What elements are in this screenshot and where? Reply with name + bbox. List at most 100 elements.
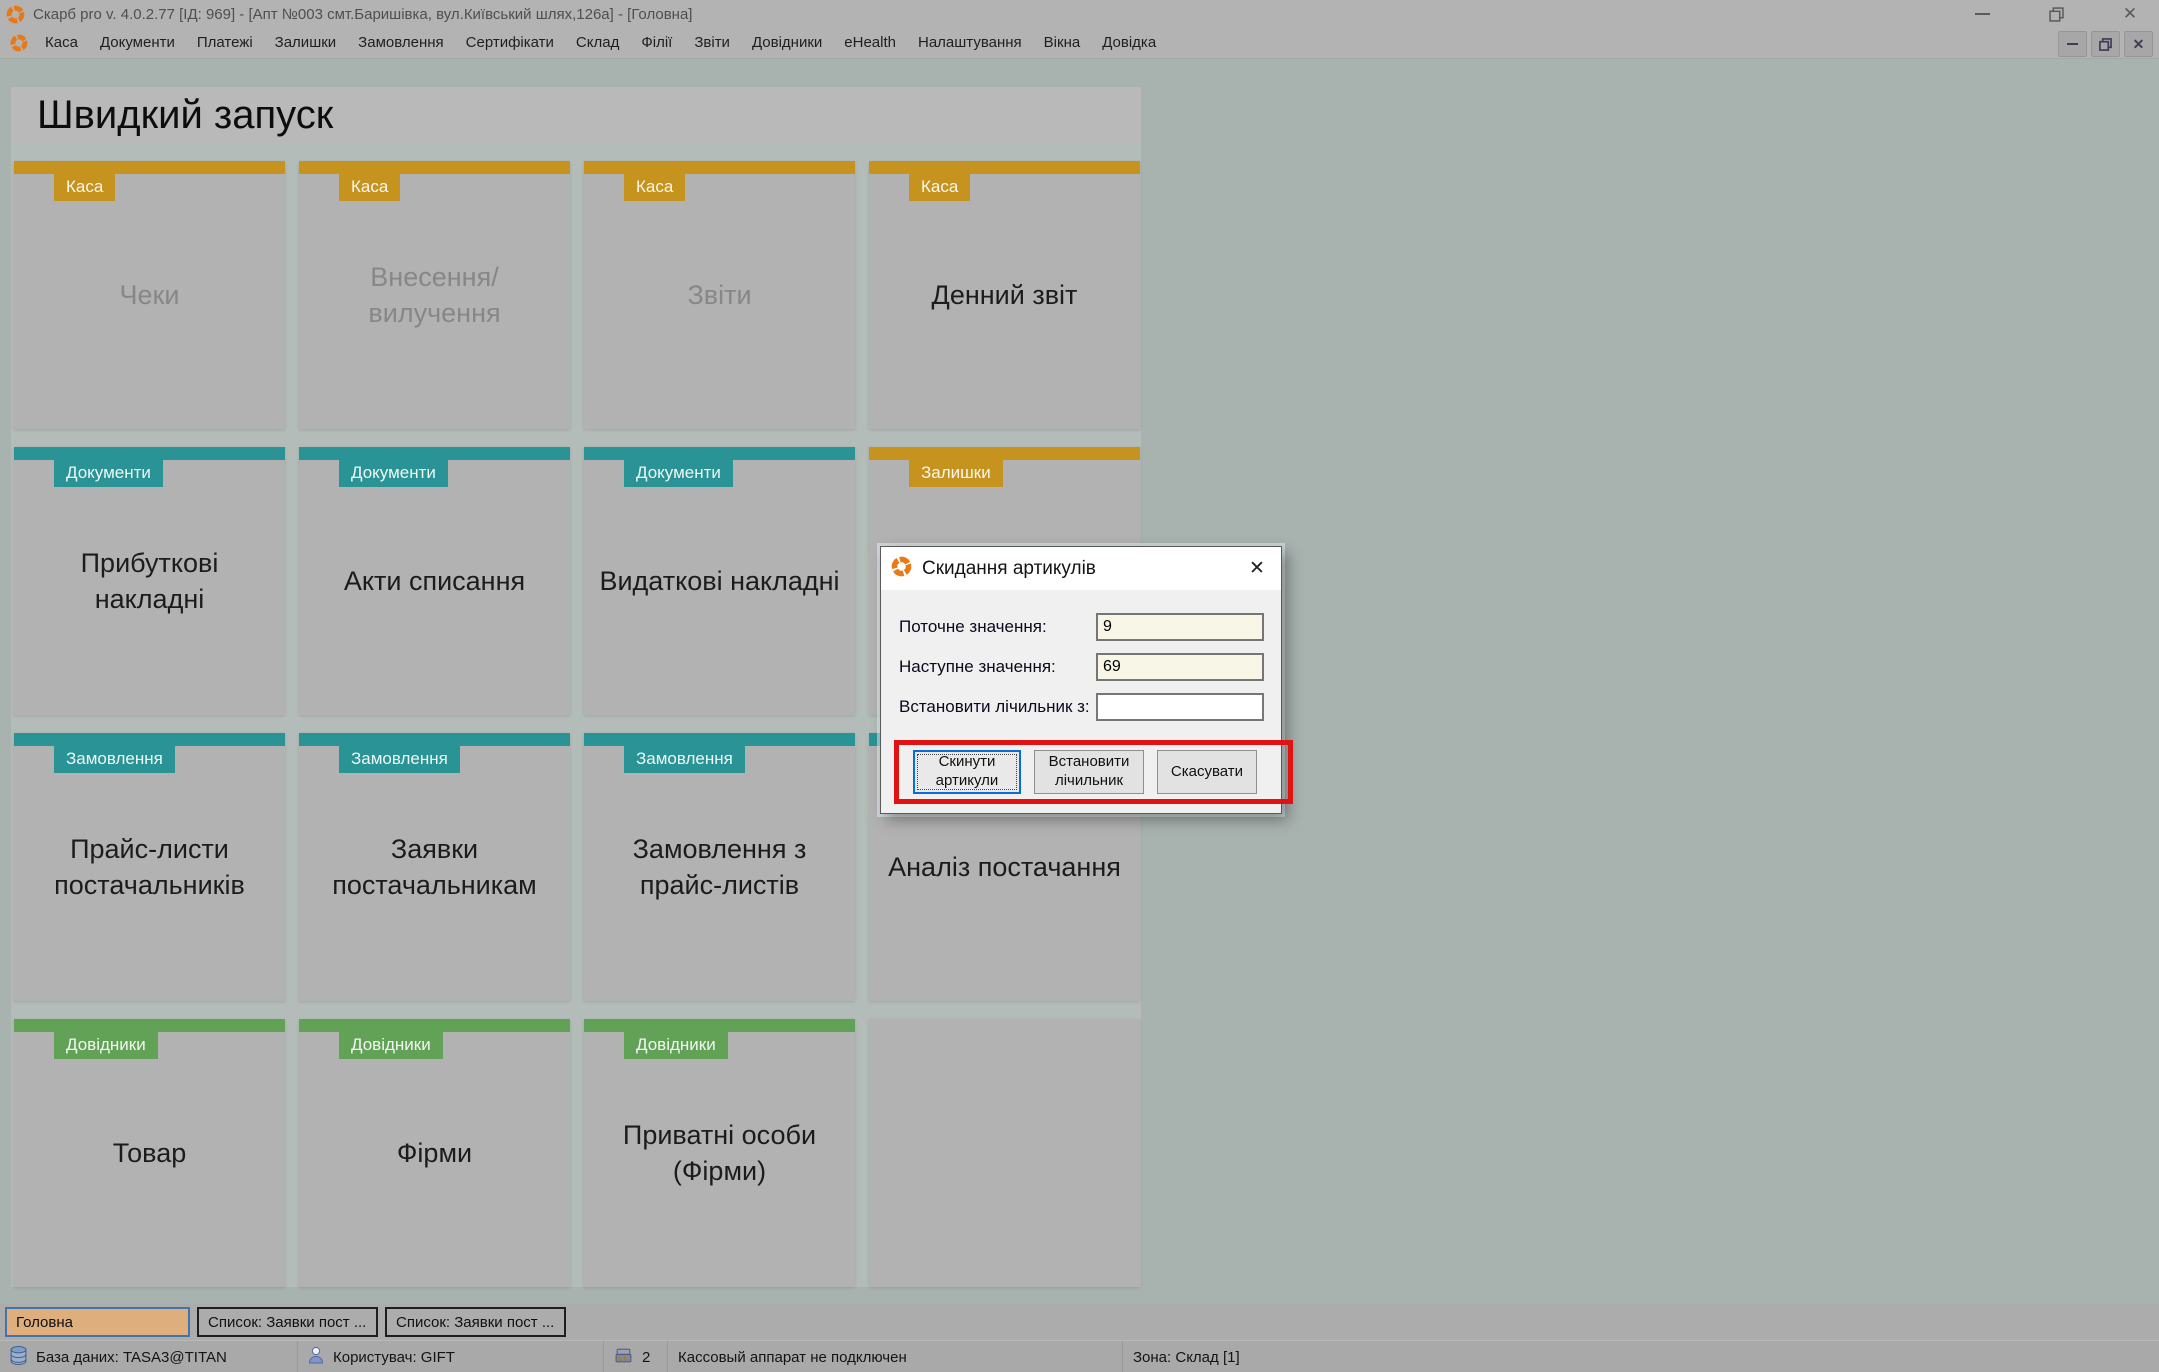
quick-launch-tile[interactable]: КасаЧеки [14,161,285,429]
tile-category-bar [14,733,285,746]
quick-launch-tile[interactable]: Каса Денний звіт [869,161,1140,429]
tile-category-badge: Замовлення [54,746,175,773]
status-zone: Зона: Склад [1] [1123,1341,2159,1372]
highlight-rectangle: Скинути артикули Встановити лічильник Скас… [894,740,1293,804]
dialog-title: Скидання артикулів [922,558,1241,580]
mdi-minimize-icon[interactable] [2058,31,2087,57]
page-title: Швидкий запуск [11,87,1141,143]
dialog-field-row: Встановити лічильник з: [899,693,1263,721]
reset-articles-dialog: Скидання артикулів ✕ Поточне значення: На… [880,546,1282,814]
dialog-button-2[interactable]: Встановити лічильник [1034,750,1144,794]
tile-category-badge: Каса [909,174,970,201]
taskbar-tab-2[interactable]: Список: Заявки пост ... [197,1307,378,1337]
dialog-close-icon[interactable]: ✕ [1241,553,1273,585]
quick-launch-tile[interactable]: ДокументиВидаткові накладні [584,447,855,715]
quick-launch-tile[interactable]: Замовлення Заявки постачальникам [299,733,570,1001]
tile-category-bar [869,161,1140,174]
status-bar: База даних: TASA3@TITAN Користувач: GIFT [0,1340,2159,1372]
quick-launch-tile[interactable]: ДовідникиТовар [14,1019,285,1287]
tile-label: Фірми [383,1135,486,1171]
database-icon [10,1346,27,1369]
tile-category-badge: Каса [339,174,400,201]
tile-label: Аналіз постачання [874,849,1135,885]
menu-item-2[interactable]: Документи [89,28,186,58]
dialog-field-row: Наступне значення: [899,653,1263,681]
quick-launch-tile[interactable]: Замовлення Прайс-листи постачальників [14,733,285,1001]
dialog-field-row: Поточне значення: [899,613,1263,641]
menu-item-14[interactable]: Довідка [1091,28,1167,58]
window-title: Скарб pro v. 4.0.2.77 [ІД: 969] - [Апт №… [33,6,692,23]
tile-label: Товар [99,1135,200,1171]
tile-category-bar [299,447,570,460]
quick-launch-header: Швидкий запуск [11,87,1141,143]
menu-item-3[interactable]: Платежі [186,28,264,58]
menu-bar: КасаДокументиПлатежіЗалишкиЗамовленняСер… [0,28,2159,59]
application-window: Скарб pro v. 4.0.2.77 [ІД: 969] - [Апт №… [0,0,2159,1372]
menu-item-13[interactable]: Вікна [1033,28,1092,58]
menu-item-7[interactable]: Склад [565,28,630,58]
menu-item-10[interactable]: Довідники [741,28,833,58]
close-icon[interactable]: ✕ [2119,3,2141,25]
dialog-app-logo-icon [891,556,912,582]
tile-category-bar [584,733,855,746]
tile-category-badge: Залишки [909,460,1003,487]
quick-launch-tile[interactable]: ДовідникиФірми [299,1019,570,1287]
dialog-field-label: Встановити лічильник з: [899,697,1090,717]
dialog-field-input[interactable] [1096,613,1264,641]
app-logo-icon [6,5,25,24]
dialog-field-input[interactable] [1096,653,1264,681]
dialog-button-1[interactable]: Скинути артикули [913,750,1021,794]
user-icon [308,1346,324,1368]
status-devices: 2 [604,1341,668,1372]
tile-category-badge: Замовлення [624,746,745,773]
taskbar-tab-3[interactable]: Список: Заявки пост ... [385,1307,566,1337]
tile-category-bar [14,161,285,174]
tile-label: Денний звіт [918,277,1092,313]
menu-item-9[interactable]: Звіти [683,28,741,58]
status-user-text: Користувач: GIFT [333,1349,455,1366]
status-user: Користувач: GIFT [298,1341,604,1372]
quick-launch-tile[interactable]: Документи Прибуткові накладні [14,447,285,715]
dialog-title-bar: Скидання артикулів ✕ [881,547,1281,590]
menu-item-5[interactable]: Замовлення [347,28,454,58]
tile-category-bar [14,447,285,460]
status-device-count: 2 [642,1349,650,1366]
dialog-button-3[interactable]: Скасувати [1157,750,1257,794]
tile-category-bar [299,1019,570,1032]
quick-launch-tile[interactable]: КасаЗвіти [584,161,855,429]
quick-launch-tile[interactable]: Замовлення Замовлення з прайс-листів [584,733,855,1001]
menu-item-12[interactable]: Налаштування [907,28,1033,58]
restore-icon[interactable] [2045,3,2067,25]
taskbar-tab-home[interactable]: Головна [5,1307,190,1337]
tile-label: Заявки постачальникам [299,831,570,904]
tile-label: Замовлення з прайс-листів [584,831,855,904]
menu-item-1[interactable]: Каса [34,28,89,58]
tile-label: Прибуткові накладні [14,545,285,618]
quick-launch-tile[interactable]: КасаВнесення/вилучення [299,161,570,429]
quick-launch-tile[interactable]: ДокументиАкти списання [299,447,570,715]
tile-label: Прайс-листи постачальників [14,831,285,904]
dialog-body: Поточне значення: Наступне значення: Встан… [881,590,1281,812]
mdi-close-icon[interactable]: ✕ [2124,31,2153,57]
dialog-field-input[interactable] [1096,693,1264,721]
tile-category-badge: Документи [54,460,163,487]
tile-category-bar [584,447,855,460]
tile-label: Приватні особи (Фірми) [584,1117,855,1190]
menu-item-11[interactable]: eHealth [833,28,907,58]
window-controls: ✕ [1971,0,2141,28]
tile-category-bar [869,447,1140,460]
tile-category-bar [14,1019,285,1032]
tile-label: Видаткові накладні [585,563,853,599]
quick-launch-tile[interactable] [869,1019,1140,1287]
taskbar-tab-strip: ГоловнаСписок: Заявки пост ...Список: За… [0,1304,2159,1340]
tile-label: Акти списання [330,563,539,599]
mdi-restore-icon[interactable] [2091,31,2120,57]
tile-category-badge: Замовлення [339,746,460,773]
minimize-icon[interactable] [1971,3,1993,25]
quick-launch-tile[interactable]: ДовідникиПриватні особи (Фірми) [584,1019,855,1287]
tile-label: Звіти [673,277,765,313]
menu-item-6[interactable]: Сертифікати [455,28,565,58]
menu-item-8[interactable]: Філії [630,28,683,58]
status-cash-register: Кассовый аппарат не подключен [668,1341,1123,1372]
menu-item-4[interactable]: Залишки [264,28,348,58]
